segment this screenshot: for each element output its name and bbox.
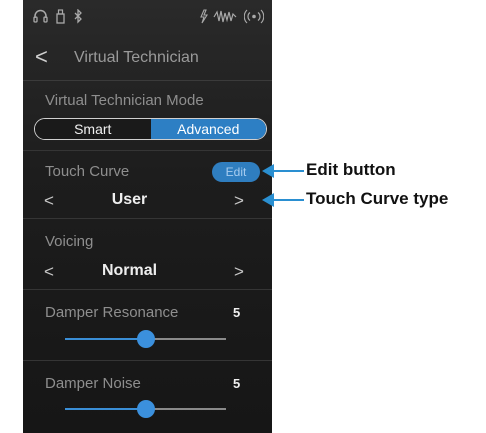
touch-curve-value: User xyxy=(111,191,148,208)
headphones-icon xyxy=(33,9,48,26)
damper-noise-slider-knob[interactable] xyxy=(136,400,155,418)
mode-option-advanced[interactable]: Advanced xyxy=(150,119,266,139)
back-button[interactable]: < xyxy=(35,46,48,68)
status-bar xyxy=(23,0,272,38)
voicing-next-button[interactable]: > xyxy=(234,262,244,282)
damper-noise-value: 5 xyxy=(233,376,241,391)
mode-option-smart[interactable]: Smart xyxy=(35,119,151,139)
damper-resonance-slider-knob[interactable] xyxy=(136,330,155,348)
touch-curve-label: Touch Curve xyxy=(45,163,130,180)
waveform-icon xyxy=(213,9,237,27)
edit-callout-label: Edit button xyxy=(306,160,396,179)
damper-noise-section: Damper Noise 5 xyxy=(23,361,272,433)
damper-resonance-value: 5 xyxy=(233,305,241,320)
page-title: Virtual Technician xyxy=(74,49,199,66)
piano-settings-screen: < Virtual Technician Virtual Technician … xyxy=(23,0,272,433)
bluetooth-icon xyxy=(74,8,83,27)
touch-curve-callout-label: Touch Curve type xyxy=(306,189,449,208)
mode-section: Virtual Technician Mode xyxy=(23,81,272,151)
damper-noise-slider-fill xyxy=(65,408,146,410)
touch-curve-next-button[interactable]: > xyxy=(234,191,244,211)
voicing-value: Normal xyxy=(101,262,158,279)
header-bar: < Virtual Technician xyxy=(23,38,272,81)
usb-icon xyxy=(55,9,66,27)
voicing-section: Voicing < Normal > xyxy=(23,219,272,290)
damper-resonance-section: Damper Resonance 5 xyxy=(23,290,272,361)
edit-callout-line xyxy=(272,170,304,172)
voicing-label: Voicing xyxy=(45,233,94,250)
wireless-icon xyxy=(243,9,265,27)
damper-resonance-label: Damper Resonance xyxy=(45,304,179,321)
damper-noise-label: Damper Noise xyxy=(45,375,141,392)
mic-icon xyxy=(199,9,208,27)
touch-curve-callout-line xyxy=(272,199,304,201)
damper-resonance-slider[interactable] xyxy=(65,330,226,348)
mode-segmented-control: Smart Advanced xyxy=(34,118,267,140)
mode-label: Virtual Technician Mode xyxy=(45,92,204,109)
damper-resonance-slider-fill xyxy=(65,338,146,340)
touch-curve-edit-button[interactable]: Edit xyxy=(212,162,260,182)
damper-noise-slider[interactable] xyxy=(65,400,226,418)
